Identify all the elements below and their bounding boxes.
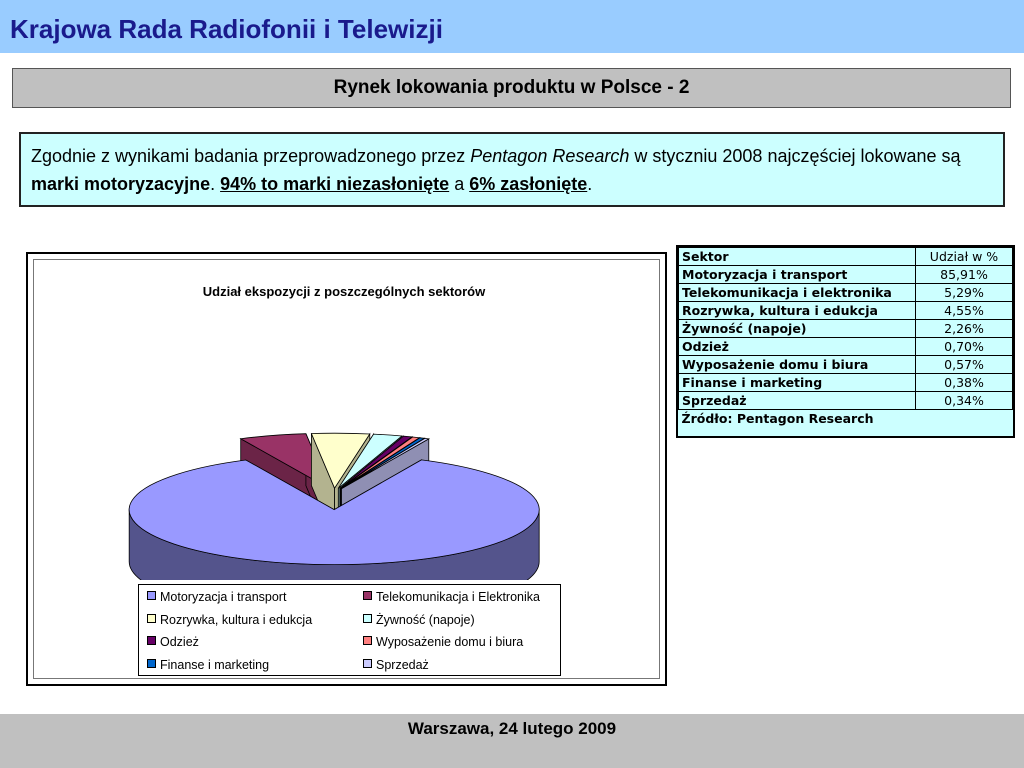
pie-chart (128, 432, 540, 580)
slide-subtitle: Rynek lokowania produktu w Polsce - 2 (333, 77, 690, 98)
legend-swatch (363, 636, 372, 645)
table-header-share: Udział w % (915, 247, 1013, 266)
table-cell-sector: Odzież (678, 337, 916, 356)
table-row: Sprzedaż 0,34% (678, 391, 1013, 410)
table-cell-sector: Telekomunikacja i elektronika (678, 283, 916, 302)
legend-item: Odzież (147, 635, 199, 649)
legend-item: Motoryzacja i transport (147, 590, 286, 604)
info-text-4: a (449, 174, 470, 194)
legend-swatch (147, 591, 156, 600)
legend-item: Wyposażenie domu i biura (363, 635, 523, 649)
legend-label: Telekomunikacja i Elektronika (376, 590, 540, 604)
table-row: Żywność (napoje) 2,26% (678, 319, 1013, 338)
table-row: Motoryzacja i transport 85,91% (678, 265, 1013, 284)
table-cell-share: 0,34% (915, 391, 1013, 410)
table-cell-share: 0,38% (915, 373, 1013, 392)
table-row: Telekomunikacja i elektronika 5,29% (678, 283, 1013, 302)
legend-swatch (147, 658, 156, 668)
info-uncovered-share: 94% to marki niezasłonięte (220, 174, 450, 194)
info-box: Zgodnie z wynikami badania przeprowadzon… (19, 132, 1005, 207)
legend-label: Wyposażenie domu i biura (376, 635, 524, 649)
header-title: Krajowa Rada Radiofonii i Telewizji (10, 14, 443, 44)
info-text-2: w styczniu 2008 najczęściej lokowane są (629, 146, 961, 166)
legend-label: Odzież (160, 635, 199, 649)
table-cell-share: 5,29% (915, 283, 1013, 302)
table-row: Wyposażenie domu i biura 0,57% (678, 355, 1013, 374)
table-cell-sector: Żywność (napoje) (678, 319, 916, 338)
legend-item: Żywność (napoje) (363, 613, 475, 627)
header-bar: Krajowa Rada Radiofonii i Telewizji (0, 0, 1024, 53)
info-bold-brands: marki motoryzacyjne (31, 174, 211, 194)
info-covered-share: 6% zasłonięte (469, 174, 588, 194)
footer-text: Warszawa, 24 lutego 2009 (407, 719, 617, 738)
info-text-5: . (587, 174, 593, 194)
table-cell-share: 4,55% (915, 301, 1013, 320)
legend-label: Finanse i marketing (160, 657, 270, 672)
legend-swatch (363, 613, 372, 623)
table-cell-share: 85,91% (915, 265, 1013, 284)
legend-item: Finanse i marketing (147, 658, 269, 672)
table-source-row: Źródło: Pentagon Research (678, 409, 1013, 427)
legend-label: Żywność (napoje) (376, 612, 475, 627)
chart-frame: Udział ekspozycji z poszczególnych sekto… (26, 252, 667, 686)
footer-bar: Warszawa, 24 lutego 2009 (0, 714, 1024, 768)
info-text-1: Zgodnie z wynikami badania przeprowadzon… (31, 146, 471, 166)
legend-label: Motoryzacja i transport (160, 590, 287, 604)
table-header-sector: Sektor (678, 247, 916, 266)
table-cell-sector: Motoryzacja i transport (678, 265, 916, 284)
table-row: Finanse i marketing 0,38% (678, 373, 1013, 392)
chart-legend: Motoryzacja i transport Telekomunikacja i… (138, 584, 561, 676)
table-header-row: Sektor Udział w % (678, 247, 1013, 266)
info-text-3: . (210, 174, 221, 194)
legend-item: Telekomunikacja i Elektronika (363, 590, 540, 604)
table-cell-share: 0,57% (915, 355, 1013, 374)
legend-item: Rozrywka, kultura i edukcja (147, 613, 312, 627)
legend-label: Sprzedaż (376, 657, 429, 672)
legend-swatch (147, 636, 156, 645)
table-source: Źródło: Pentagon Research (678, 409, 1013, 427)
table-cell-sector: Wyposażenie domu i biura (678, 355, 916, 374)
table-cell-sector: Rozrywka, kultura i edukcja (678, 301, 916, 320)
table-row: Odzież 0,70% (678, 337, 1013, 356)
table-cell-sector: Sprzedaż (678, 391, 916, 410)
chart-area: Udział ekspozycji z poszczególnych sekto… (33, 259, 660, 679)
legend-item: Sprzedaż (363, 658, 429, 672)
legend-swatch (363, 591, 372, 600)
info-source-name: Pentagon Research (470, 146, 630, 166)
legend-swatch (147, 613, 156, 623)
table-row: Rozrywka, kultura i edukcja 4,55% (678, 301, 1013, 320)
slide-subtitle-box: Rynek lokowania produktu w Polsce - 2 (12, 68, 1011, 108)
sector-table: Sektor Udział w % Motoryzacja i transpor… (676, 245, 1015, 438)
legend-label: Rozrywka, kultura i edukcja (160, 612, 313, 627)
table-cell-sector: Finanse i marketing (678, 373, 916, 392)
table-cell-share: 2,26% (915, 319, 1013, 338)
legend-swatch (363, 658, 372, 668)
table-cell-share: 0,70% (915, 337, 1013, 356)
